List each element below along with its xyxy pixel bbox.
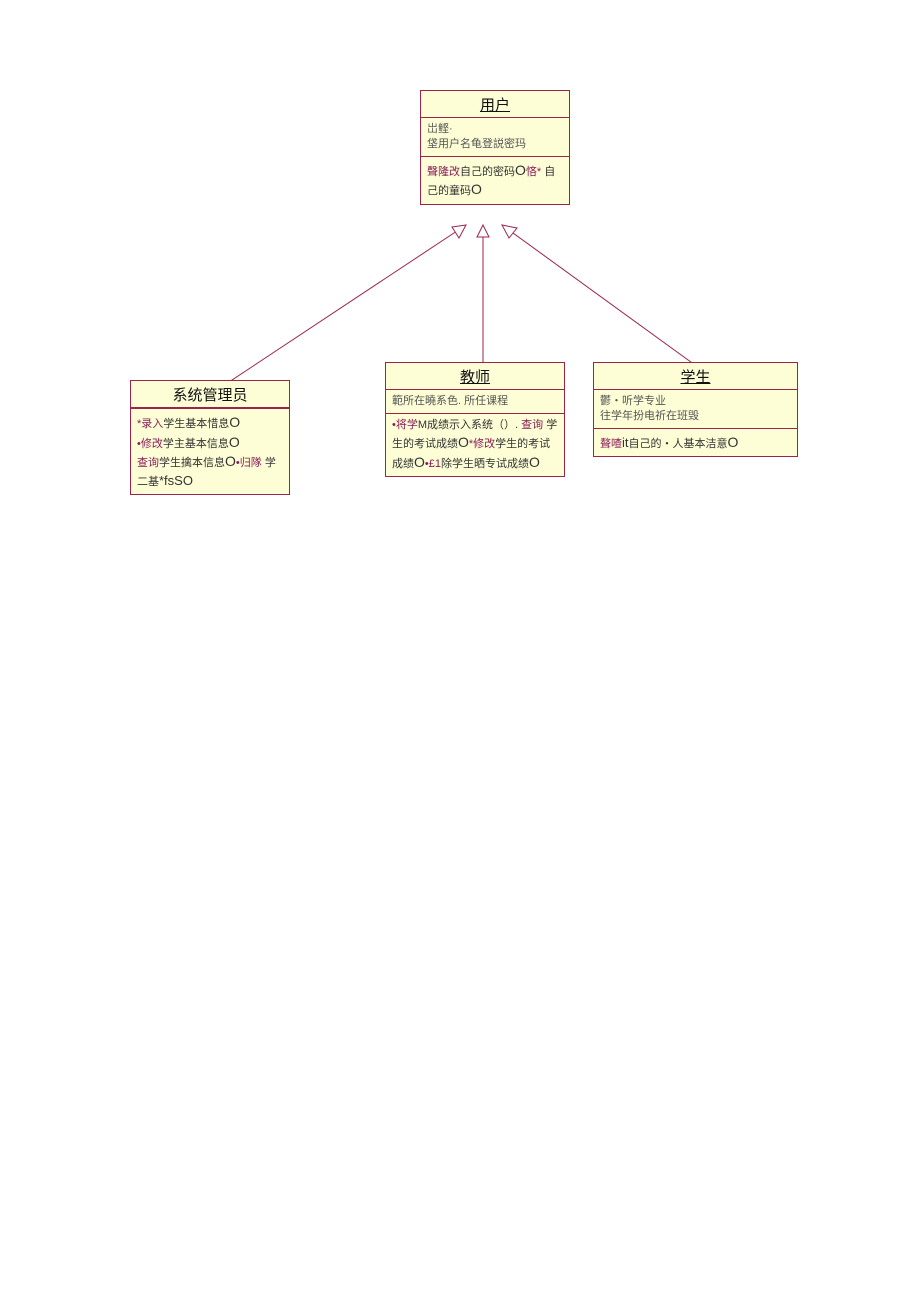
op-text: •归隊 [236, 457, 262, 469]
op-zero: O [728, 434, 739, 450]
class-student-title: 学生 [594, 363, 797, 390]
op-zero: O [529, 454, 540, 470]
op-text: M成绩示入系统（）. [418, 419, 521, 431]
op-zero: O [458, 434, 469, 450]
class-admin-ops: *录入学生基本惜息O •修改学主基本信息O 查询学生擒本信息O•归隊 学二基*f… [131, 409, 289, 494]
op-zero: O [229, 414, 240, 430]
op-text: 学生基本惜息 [163, 418, 229, 430]
class-teacher-title: 教师 [386, 363, 564, 390]
class-teacher-attrs: 範所在曉系色. 所任课程 [386, 390, 564, 414]
op-text: *修改 [469, 438, 495, 450]
op-text: 聱喳 [600, 438, 622, 450]
op-text: 自己的・人基本洁意 [629, 438, 728, 450]
op-text: •£1 [425, 458, 441, 470]
class-admin-title: 系统管理员 [131, 381, 289, 408]
op-zero: O [225, 453, 236, 469]
class-user-title: 用户 [421, 91, 569, 118]
op-text: *录入 [137, 418, 163, 430]
class-admin: 系统管理员 *录入学生基本惜息O •修改学主基本信息O 查询学生擒本信息O•归隊… [130, 380, 290, 495]
class-teacher: 教师 範所在曉系色. 所任课程 •将学M成绩示入系统（）. 查询 学生的考试成绩… [385, 362, 565, 477]
class-student-ops: 聱喳it自己的・人基本洁意O [594, 429, 797, 457]
op-text: •将学 [392, 419, 418, 431]
op-text: 自己的密码 [460, 166, 515, 178]
diagram-canvas: 用户 岀鲣· 垡用户名龟登説密玛 聲隆改自己的密码O悋* 自己的童码O 系统管理… [0, 0, 920, 1312]
op-text: •修改 [137, 438, 163, 450]
class-student-attrs: 鬱・听学专业 往学年扮电祈在班毁 [594, 390, 797, 429]
class-user: 用户 岀鲣· 垡用户名龟登説密玛 聲隆改自己的密码O悋* 自己的童码O [420, 90, 570, 205]
op-text: 查询 [137, 457, 159, 469]
class-teacher-ops: •将学M成绩示入系统（）. 查询 学生的考试成绩O*修改学生的考试成绩O•£1除… [386, 414, 564, 477]
op-text: 聲隆改 [427, 166, 460, 178]
op-zero: O [414, 454, 425, 470]
class-student: 学生 鬱・听学专业 往学年扮电祈在班毁 聱喳it自己的・人基本洁意O [593, 362, 798, 457]
op-text: 悋* [526, 166, 541, 178]
op-text: 除学生晒专试成绩 [441, 458, 529, 470]
class-user-attrs: 岀鲣· 垡用户名龟登説密玛 [421, 118, 569, 157]
op-text: *fsSO [159, 473, 193, 488]
op-zero: O [471, 181, 482, 197]
op-text: 学生擒本信息 [159, 457, 225, 469]
op-text: 查询 [521, 419, 543, 431]
class-user-ops: 聲隆改自己的密码O悋* 自己的童码O [421, 157, 569, 204]
op-zero: O [515, 162, 526, 178]
op-zero: O [229, 434, 240, 450]
op-text: 学主基本信息 [163, 438, 229, 450]
